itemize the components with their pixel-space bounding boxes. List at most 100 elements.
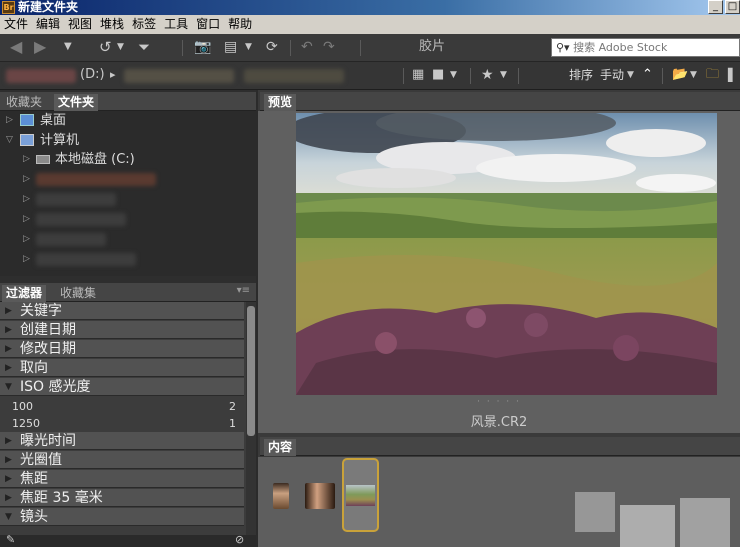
panel-menu-icon[interactable]: ▾≡	[237, 285, 250, 296]
clear-filter-icon[interactable]: ⊘	[235, 533, 244, 546]
tree-item-drive[interactable]: ▷	[0, 230, 256, 249]
filter-section-focal-length[interactable]: ▶ 焦距	[0, 470, 244, 488]
rotate-right-icon[interactable]: ↷	[323, 34, 335, 60]
menu-window[interactable]: 窗口	[192, 15, 224, 34]
scrollbar-thumb[interactable]	[247, 306, 255, 436]
expand-arrow-icon[interactable]: ▷	[23, 170, 30, 189]
tree-item-drive[interactable]: ▷	[0, 250, 256, 269]
new-folder-icon[interactable]: 🗀	[706, 62, 719, 88]
menu-edit[interactable]: 编辑	[32, 15, 64, 34]
forward-arrow-icon[interactable]: ▶	[34, 34, 46, 60]
expand-triangle-icon: ▶	[5, 344, 12, 354]
recent-folder-dropdown-icon[interactable]: ▼	[690, 62, 697, 88]
filter-section-date-created[interactable]: ▶ 创建日期	[0, 321, 244, 339]
filter-section-label: 曝光时间	[20, 433, 76, 449]
thumbnail-quality-icon[interactable]: ■	[432, 62, 444, 88]
boomerang-dropdown-icon[interactable]: ▼	[117, 34, 124, 60]
tree-item-local-disk[interactable]: ▷ 本地磁盘 (C:)	[0, 150, 256, 169]
sort-mode-dropdown[interactable]: 手动	[600, 62, 624, 88]
expand-arrow-icon[interactable]: ▷	[23, 190, 30, 209]
sort-ascending-icon[interactable]: ⌃	[642, 62, 653, 88]
obscured-tree-label	[36, 253, 136, 266]
star-rating-filter-icon[interactable]: ★	[481, 62, 494, 88]
thumbnail-portrait[interactable]	[273, 483, 289, 509]
tab-content[interactable]: 内容	[264, 439, 297, 456]
rating-dropdown-icon[interactable]: ▼	[500, 62, 507, 88]
expand-arrow-icon[interactable]: ▷	[6, 111, 13, 130]
tree-item-computer[interactable]: ▽ 计算机	[0, 131, 256, 150]
thumbnail-landscape[interactable]	[346, 485, 375, 506]
tree-item-desktop[interactable]: ▷ 桌面	[0, 111, 256, 130]
menu-file[interactable]: 文件	[0, 15, 32, 34]
filter-section-lens[interactable]: ▼ 镜头	[0, 508, 244, 526]
path-crumb-computer[interactable]	[6, 69, 76, 83]
filter-section-label: 焦距	[20, 471, 48, 487]
collapse-arrow-icon[interactable]: ▽	[6, 131, 13, 150]
computer-icon	[20, 134, 34, 146]
filter-item-count: 2	[229, 400, 236, 413]
tab-folders[interactable]: 文件夹	[54, 94, 99, 111]
menu-tools[interactable]: 工具	[160, 15, 192, 34]
preview-image[interactable]	[296, 113, 717, 395]
filter-scrollbar[interactable]	[246, 302, 256, 535]
folder-tree: ▷ 桌面 ▽ 计算机 ▷ 本地磁盘 (C:) ▷ ▷ ▷ ▷ ▷	[0, 111, 256, 276]
workspace-essentials[interactable]: 胶片	[419, 34, 445, 60]
tab-preview[interactable]: 预览	[264, 94, 297, 111]
menu-help[interactable]: 帮助	[224, 15, 256, 34]
open-recent-folder-icon[interactable]: 📂	[672, 62, 688, 88]
more-icon[interactable]: ▌	[728, 62, 737, 88]
rotate-left-icon[interactable]: ↶	[301, 34, 313, 60]
expand-arrow-icon[interactable]: ▷	[23, 250, 30, 269]
refine-icon[interactable]: ▤	[224, 34, 237, 60]
filter-section-exposure-time[interactable]: ▶ 曝光时间	[0, 432, 244, 450]
expand-arrow-icon[interactable]: ▷	[23, 210, 30, 229]
filter-section-orientation[interactable]: ▶ 取向	[0, 359, 244, 377]
filter-item-iso-1250[interactable]: 1250 1	[0, 415, 244, 432]
tree-item-drive[interactable]: ▷	[0, 170, 256, 189]
filter-section-label: 创建日期	[20, 322, 76, 338]
sort-dropdown-icon[interactable]: ▼	[627, 62, 634, 88]
recent-dropdown-icon[interactable]: ▼	[64, 34, 72, 60]
path-crumb-folder[interactable]	[124, 69, 234, 83]
window-title: 新建文件夹	[18, 0, 79, 14]
tab-collections[interactable]: 收藏集	[56, 285, 100, 302]
minimize-button[interactable]: _	[708, 0, 723, 14]
expand-arrow-icon[interactable]: ▷	[23, 150, 30, 169]
window-controls: _ □	[706, 0, 740, 15]
boomerang-icon[interactable]: ↺	[99, 34, 112, 60]
filter-section-aperture[interactable]: ▶ 光圈值	[0, 451, 244, 469]
filter-section-label: ISO 感光度	[20, 379, 91, 395]
refine-dropdown-icon[interactable]: ▼	[245, 34, 252, 60]
menu-view[interactable]: 视图	[64, 15, 96, 34]
camera-raw-icon[interactable]: ⟳	[266, 34, 278, 60]
filter-section-date-modified[interactable]: ▶ 修改日期	[0, 340, 244, 358]
maximize-button[interactable]: □	[725, 0, 740, 14]
quality-dropdown-icon[interactable]: ▼	[450, 62, 457, 88]
toolbar-divider	[290, 40, 291, 56]
thumbnail-selected[interactable]	[342, 458, 379, 532]
tree-item-drive[interactable]: ▷	[0, 190, 256, 209]
content-panel-tabs: 内容	[260, 437, 740, 456]
path-crumb-drive[interactable]: (D:)	[80, 62, 105, 88]
camera-import-icon[interactable]: 📷	[194, 34, 211, 60]
toolbar-divider	[470, 68, 471, 84]
back-arrow-icon[interactable]: ◀	[10, 34, 22, 60]
expand-arrow-icon[interactable]: ▷	[23, 230, 30, 249]
tab-favorites[interactable]: 收藏夹	[2, 94, 46, 111]
filter-section-focal-length-35mm[interactable]: ▶ 焦距 35 毫米	[0, 489, 244, 507]
tree-item-drive[interactable]: ▷	[0, 210, 256, 229]
filter-section-iso[interactable]: ▼ ISO 感光度	[0, 378, 244, 396]
filter-funnel-icon[interactable]: ⏷	[138, 34, 150, 60]
preview-resize-handle[interactable]: · · · · ·	[258, 397, 740, 407]
menu-label[interactable]: 标签	[128, 15, 160, 34]
thumbnail-portrait-2[interactable]	[305, 483, 335, 509]
filter-item-iso-100[interactable]: 100 2	[0, 398, 244, 415]
search-icon: ⚲▾	[556, 41, 570, 54]
quality-grid-icon[interactable]: ▦	[412, 62, 424, 88]
pin-icon[interactable]: ✎	[6, 533, 15, 546]
filter-section-keywords[interactable]: ▶ 关键字	[0, 302, 244, 320]
menu-stack[interactable]: 堆栈	[96, 15, 128, 34]
path-crumb-subfolder[interactable]	[244, 69, 344, 83]
search-input[interactable]: ⚲▾ 搜索 Adobe Stock	[551, 38, 740, 57]
tab-filter[interactable]: 过滤器	[2, 285, 47, 302]
